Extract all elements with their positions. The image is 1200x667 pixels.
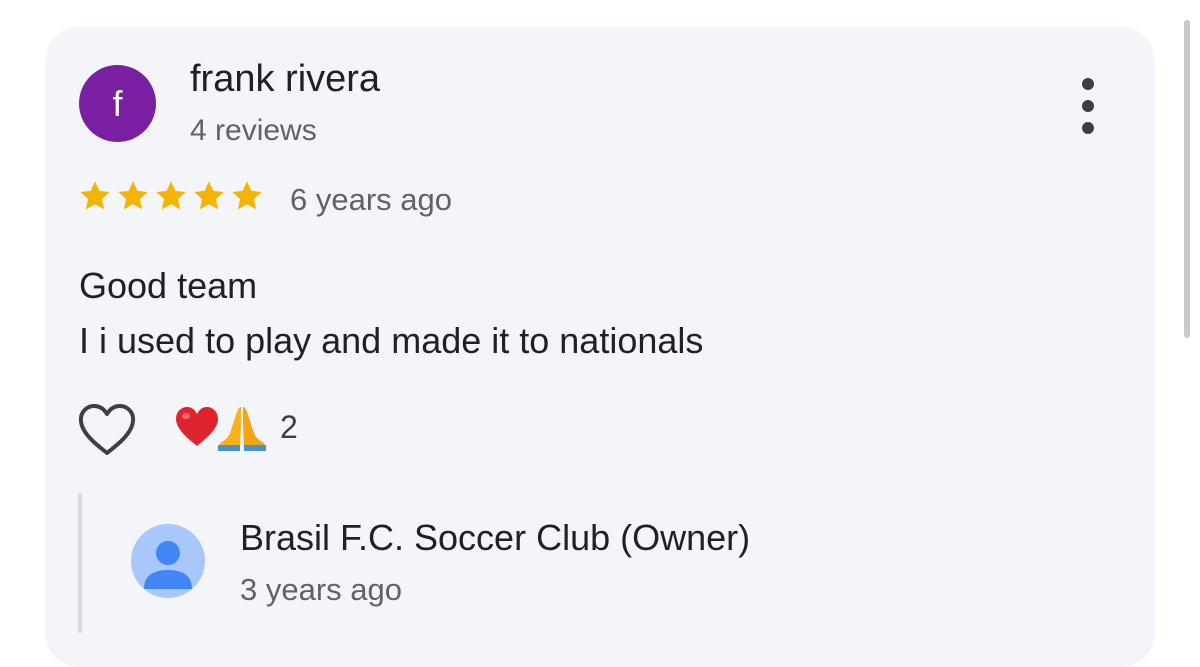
star-icon — [118, 181, 148, 210]
star-icon — [80, 181, 110, 210]
star-rating — [77, 178, 265, 214]
star-icon — [232, 181, 262, 210]
review-text-line: Good team — [79, 265, 258, 306]
reaction-count: 2 — [280, 408, 298, 445]
owner-reply-time: 3 years ago — [240, 572, 402, 607]
reviewer-name[interactable]: frank rivera — [190, 58, 380, 101]
folded-hands-icon — [218, 407, 266, 451]
like-button[interactable] — [78, 403, 136, 457]
more-options-button[interactable] — [1066, 78, 1110, 134]
review-time: 6 years ago — [290, 182, 452, 217]
more-vertical-icon — [1082, 78, 1094, 90]
review-text: Good team I i used to play and made it t… — [79, 258, 703, 368]
person-icon — [131, 524, 205, 598]
star-icon — [156, 181, 186, 210]
reviewer-initial: f — [112, 83, 123, 124]
review-text-line: I i used to play and made it to national… — [79, 320, 704, 361]
owner-avatar[interactable] — [130, 523, 206, 599]
owner-name: Brasil F.C. Soccer Club (Owner) — [240, 517, 751, 558]
red-heart-icon — [176, 407, 218, 446]
reviewer-review-count: 4 reviews — [190, 114, 317, 147]
reaction-summary[interactable]: 2 — [174, 402, 298, 452]
star-icon — [194, 181, 224, 210]
heart-outline-icon — [78, 404, 136, 455]
reviewer-avatar[interactable]: f — [79, 65, 156, 142]
reply-divider — [78, 493, 82, 633]
scrollbar[interactable] — [1184, 20, 1190, 338]
